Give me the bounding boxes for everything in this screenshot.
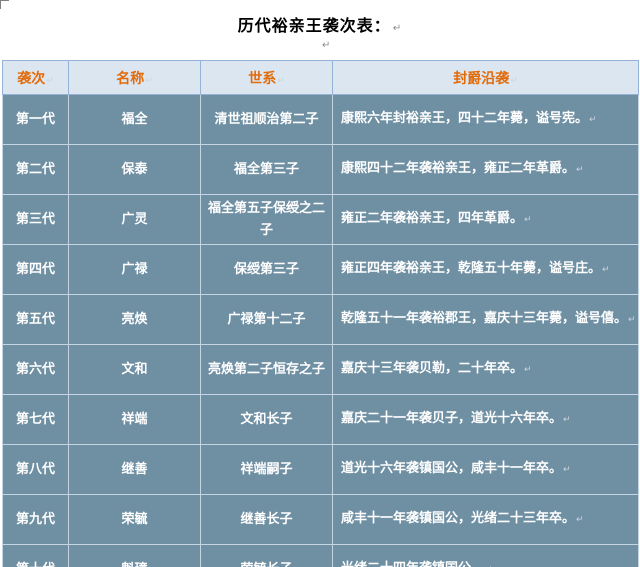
- table-row: 第八代 继善 祥端嗣子 道光十六年袭镇国公，咸丰十一年卒。↵: [2, 444, 639, 495]
- cell-generation: 第五代: [2, 294, 69, 345]
- table-row: 第二代 保泰 福全第三子 康熙四十二年袭裕亲王，雍正二年革爵。↵: [2, 144, 639, 195]
- title-text: 历代裕亲王袭次表：: [237, 16, 391, 35]
- table-row: 第九代 荣毓 继善长子 咸丰十一年袭镇国公，光绪二十三年卒。↵: [2, 494, 639, 545]
- cell-lineage: 祥端嗣子: [200, 444, 333, 495]
- cell-mark-icon: ↵: [277, 75, 285, 86]
- cell-mark-icon: ↵: [602, 265, 610, 275]
- cell-mark-icon: ↵: [510, 75, 518, 86]
- cell-generation: 第二代: [2, 144, 69, 195]
- cell-mark-icon: ↵: [563, 415, 571, 425]
- cell-title-succession: 光绪二十四年袭镇国公。↵: [332, 544, 639, 567]
- cell-lineage: 文和长子: [200, 394, 333, 445]
- succession-table: 袭次↵ 名称↵ 世系↵ 封爵沿袭↵ 第一代 福全 清世祖顺治第二子 康熙六年封裕亲王，…: [2, 60, 639, 567]
- cell-title-succession: 乾隆五十一年袭裕郡王，嘉庆十三年薨，谥号僖。↵: [332, 294, 639, 345]
- cell-mark-icon: ↵: [628, 315, 636, 325]
- cell-title-succession: 道光十六年袭镇国公，咸丰十一年卒。↵: [332, 444, 639, 495]
- cell-lineage: 保绶第三子: [200, 244, 333, 295]
- table-row: 第七代 祥端 文和长子 嘉庆二十一年袭贝子，道光十六年卒。↵: [2, 394, 639, 445]
- cell-lineage: 继善长子: [200, 494, 333, 545]
- document-page: 历代裕亲王袭次表： ↵ ↵ 袭次↵ 名称↵ 世系↵ 封爵沿袭↵ 第一代 福全 清世祖顺…: [0, 0, 640, 567]
- table-row: 第十代魁璋荣毓长子光绪二十四年袭镇国公。↵: [2, 544, 639, 567]
- header-generation: 袭次↵: [2, 60, 69, 95]
- cell-lineage: 荣毓长子: [200, 544, 333, 567]
- cell-title-succession: 咸丰十一年袭镇国公，光绪二十三年卒。↵: [332, 494, 639, 545]
- cell-name: 祥端: [68, 394, 201, 445]
- table-row: 第五代 亮焕 广禄第十二子 乾隆五十一年袭裕郡王，嘉庆十三年薨，谥号僖。↵: [2, 294, 639, 345]
- table-header-row: 袭次↵ 名称↵ 世系↵ 封爵沿袭↵: [2, 60, 639, 95]
- paragraph-mark-icon: ↵: [392, 23, 403, 34]
- table-row: 第一代 福全 清世祖顺治第二子 康熙六年封裕亲王，四十二年薨，谥号宪。↵: [2, 94, 639, 145]
- cell-title-succession: 雍正四年袭裕亲王，乾隆五十年薨，谥号庄。↵: [332, 244, 639, 295]
- cell-mark-icon: ↵: [145, 75, 153, 86]
- cell-title-succession: 雍正二年袭裕亲王，四年革爵。↵: [332, 194, 639, 245]
- cell-name: 魁璋: [68, 544, 201, 567]
- header-lineage: 世系↵: [200, 60, 333, 95]
- cell-title-succession: 嘉庆十三年袭贝勒，二十年卒。↵: [332, 344, 639, 395]
- cell-lineage: 清世祖顺治第二子: [200, 94, 333, 145]
- cell-generation: 第四代: [2, 244, 69, 295]
- cell-title-succession: 康熙六年封裕亲王，四十二年薨，谥号宪。↵: [332, 94, 639, 145]
- table-row: 第三代 广灵 福全第五子保绶之二子 雍正二年袭裕亲王，四年革爵。↵: [2, 194, 639, 245]
- cell-name: 广禄: [68, 244, 201, 295]
- cell-name: 继善: [68, 444, 201, 495]
- cell-generation: 第七代: [2, 394, 69, 445]
- cell-generation: 第一代: [2, 94, 69, 145]
- cell-generation: 第六代: [2, 344, 69, 395]
- cell-mark-icon: ↵: [576, 165, 584, 175]
- cell-title-succession: 嘉庆二十一年袭贝子，道光十六年卒。↵: [332, 394, 639, 445]
- cell-lineage: 广禄第十二子: [200, 294, 333, 345]
- cell-name: 亮焕: [68, 294, 201, 345]
- cell-generation: 第九代: [2, 494, 69, 545]
- header-name: 名称↵: [68, 60, 201, 95]
- cell-name: 保泰: [68, 144, 201, 195]
- cell-mark-icon: ↵: [46, 75, 54, 86]
- page-corner-mark: [0, 0, 9, 9]
- header-title-succession: 封爵沿袭↵: [332, 60, 639, 95]
- table-row: 第四代 广禄 保绶第三子 雍正四年袭裕亲王，乾隆五十年薨，谥号庄。↵: [2, 244, 639, 295]
- cell-mark-icon: ↵: [576, 515, 584, 525]
- empty-paragraph-mark-icon: ↵: [322, 40, 331, 51]
- table-row: 第六代 文和 亮焕第二子恒存之子 嘉庆十三年袭贝勒，二十年卒。↵: [2, 344, 639, 395]
- cell-name: 荣毓: [68, 494, 201, 545]
- cell-mark-icon: ↵: [563, 465, 571, 475]
- cell-generation: 第八代: [2, 444, 69, 495]
- cell-lineage: 亮焕第二子恒存之子: [200, 344, 333, 395]
- cell-name: 广灵: [68, 194, 201, 245]
- cell-generation: 第三代: [2, 194, 69, 245]
- document-title: 历代裕亲王袭次表： ↵: [0, 12, 640, 36]
- cell-lineage: 福全第三子: [200, 144, 333, 195]
- cell-mark-icon: ↵: [524, 365, 532, 375]
- cell-generation: 第十代: [2, 544, 69, 567]
- cell-name: 福全: [68, 94, 201, 145]
- cell-title-succession: 康熙四十二年袭裕亲王，雍正二年革爵。↵: [332, 144, 639, 195]
- table-body: 第一代 福全 清世祖顺治第二子 康熙六年封裕亲王，四十二年薨，谥号宪。↵ 第二代 保泰 福全…: [2, 94, 639, 567]
- succession-table-container: 袭次↵ 名称↵ 世系↵ 封爵沿袭↵ 第一代 福全 清世祖顺治第二子 康熙六年封裕亲王，…: [2, 60, 639, 567]
- cell-name: 文和: [68, 344, 201, 395]
- cell-lineage: 福全第五子保绶之二子: [200, 194, 333, 245]
- cell-mark-icon: ↵: [524, 215, 532, 225]
- cell-mark-icon: ↵: [589, 115, 597, 125]
